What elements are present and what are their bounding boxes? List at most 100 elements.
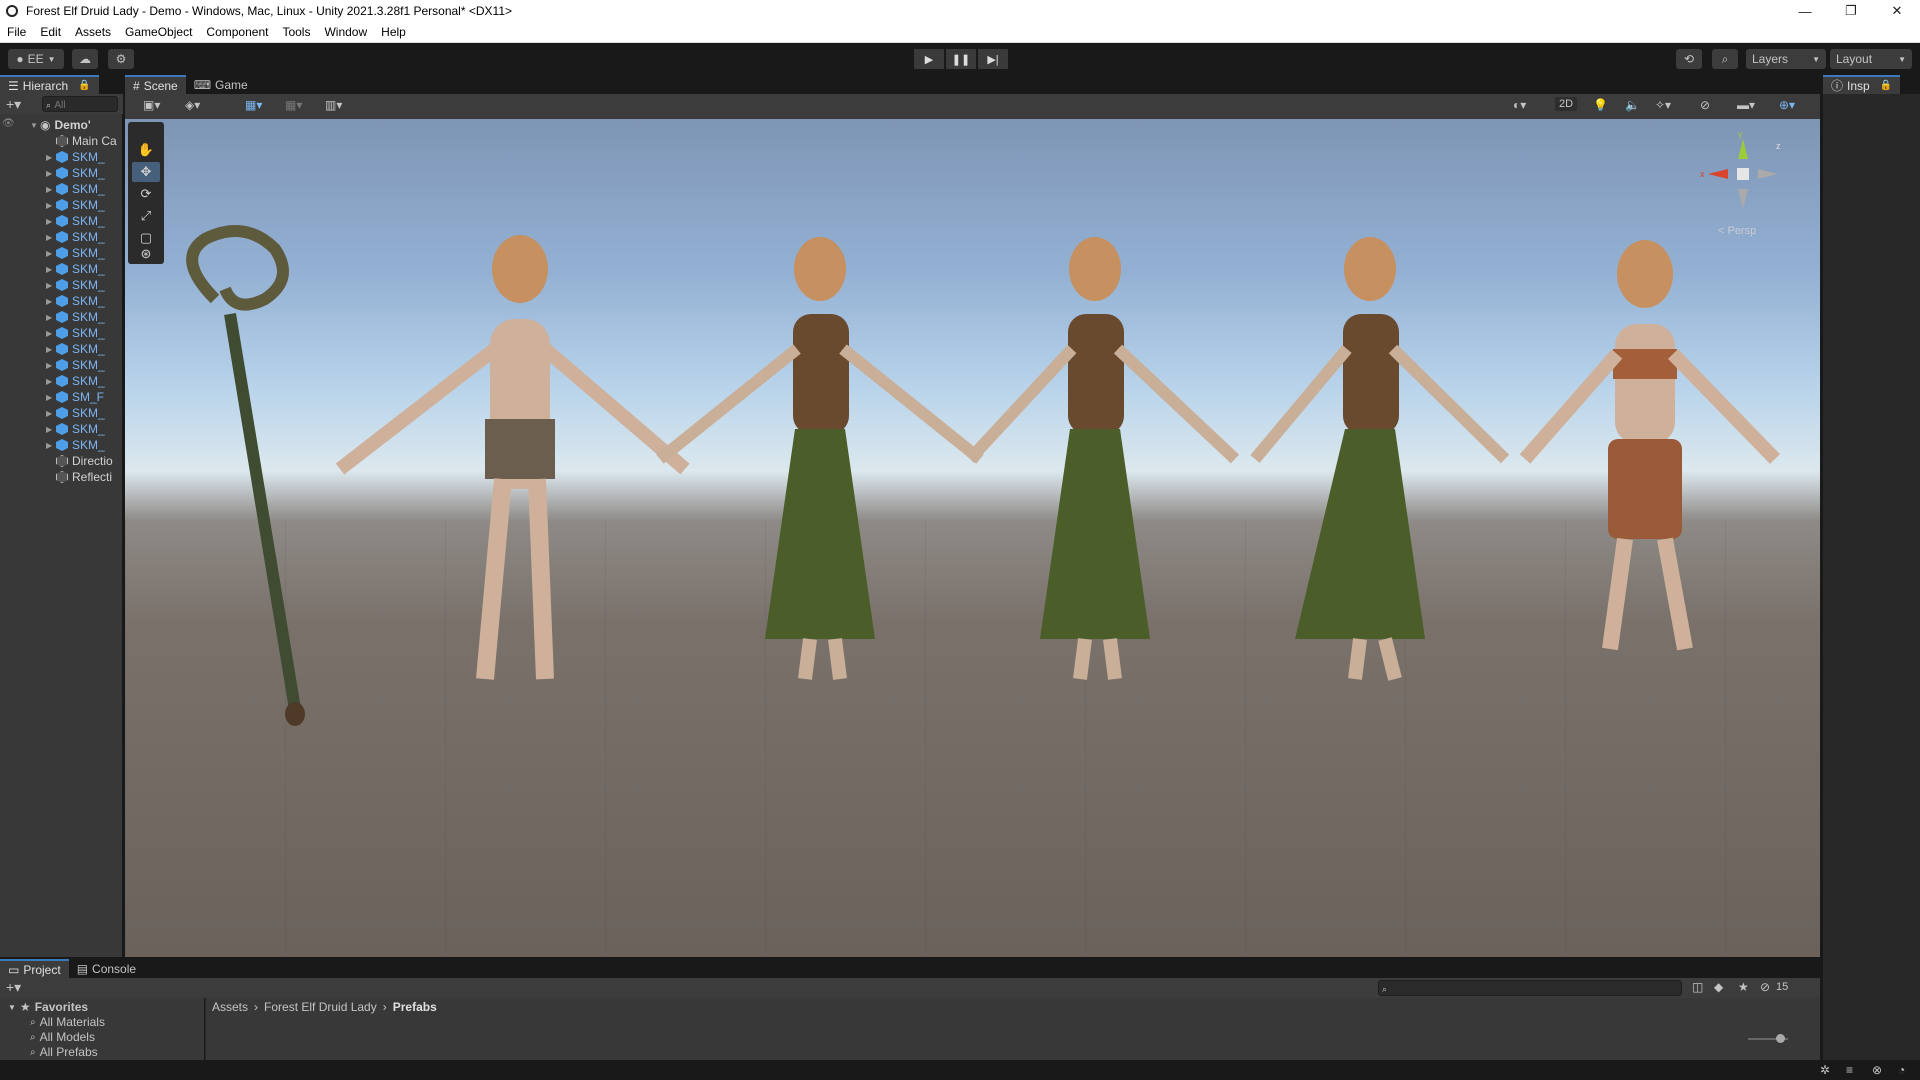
- lighting-toggle-icon[interactable]: 💡: [1593, 98, 1608, 112]
- menu-help[interactable]: Help: [374, 25, 413, 39]
- increment-snap-toggle[interactable]: ▦▾: [285, 98, 302, 112]
- maximize-button[interactable]: ❐: [1828, 0, 1874, 22]
- debug-icon[interactable]: ⊗: [1872, 1063, 1882, 1077]
- expand-arrow-icon[interactable]: ▶: [46, 153, 56, 162]
- tab-console[interactable]: ▤ Console: [69, 959, 144, 978]
- move-tool-icon[interactable]: ✥: [132, 162, 160, 182]
- expand-arrow-icon[interactable]: ▼: [30, 121, 40, 130]
- filter-type-icon[interactable]: ◫: [1692, 980, 1703, 994]
- elf-model-druid-3[interactable]: [1250, 237, 1510, 681]
- menu-file[interactable]: File: [0, 25, 33, 39]
- menu-window[interactable]: Window: [317, 25, 374, 39]
- menu-gameobject[interactable]: GameObject: [118, 25, 199, 39]
- save-search-icon[interactable]: ★: [1738, 980, 1749, 994]
- tab-game[interactable]: ⌨ Game: [186, 75, 256, 94]
- tab-hierarchy[interactable]: ☰ Hierarch 🔒: [0, 75, 99, 94]
- play-controls: ▶ ❚❚ ▶|: [914, 49, 1010, 69]
- audio-toggle-icon[interactable]: 🔈: [1625, 98, 1640, 112]
- hand-tool-icon[interactable]: ✋: [132, 140, 160, 160]
- tab-project[interactable]: ▭ Project: [0, 959, 69, 978]
- expand-arrow-icon[interactable]: ▶: [46, 233, 56, 242]
- tab-inspector[interactable]: ⓘ Insp 🔒: [1823, 75, 1901, 94]
- favorites-header[interactable]: ▼ ★ Favorites: [8, 1000, 88, 1014]
- expand-arrow-icon[interactable]: ▶: [46, 297, 56, 306]
- menu-edit[interactable]: Edit: [33, 25, 68, 39]
- progress-icon[interactable]: ≡: [1846, 1063, 1853, 1077]
- history-button[interactable]: ⟲: [1676, 49, 1702, 69]
- layers-dropdown[interactable]: Layers ▼: [1746, 49, 1826, 69]
- expand-arrow-icon[interactable]: ▶: [46, 425, 56, 434]
- tab-scene[interactable]: # Scene: [125, 75, 186, 94]
- gizmos-dropdown[interactable]: ⊕▾: [1779, 98, 1795, 112]
- account-button[interactable]: ● EE ▼: [8, 49, 64, 69]
- favorite-all-models[interactable]: ⌕ All Models: [30, 1030, 95, 1044]
- expand-arrow-icon[interactable]: ▶: [46, 377, 56, 386]
- project-search-field[interactable]: ⌕: [1378, 980, 1682, 996]
- play-button[interactable]: ▶: [914, 49, 944, 69]
- render-mode-dropdown[interactable]: ◈▾: [185, 98, 200, 112]
- elf-model-druid-2[interactable]: [965, 237, 1240, 680]
- breadcrumb-item[interactable]: Assets: [212, 1000, 248, 1014]
- expand-arrow-icon[interactable]: ▶: [46, 217, 56, 226]
- expand-arrow-icon[interactable]: ▶: [46, 281, 56, 290]
- hidden-packages-icon[interactable]: ⊘: [1760, 980, 1770, 994]
- scene-viewport[interactable]: ✋ ✥ ⟳ ⤢ ▢ ⊛ y x z < Persp: [125, 119, 1820, 957]
- prefab-icon: [56, 391, 68, 403]
- visibility-eye-icon[interactable]: 👁: [2, 118, 15, 129]
- add-object-button[interactable]: +▾: [6, 96, 21, 113]
- expand-arrow-icon[interactable]: ▶: [46, 345, 56, 354]
- rotate-tool-icon[interactable]: ⟳: [132, 184, 160, 204]
- scale-tool-icon[interactable]: ⤢: [132, 206, 160, 226]
- filter-label-icon[interactable]: ◆: [1714, 980, 1723, 994]
- breadcrumb: Assets › Forest Elf Druid Lady › Prefabs: [212, 1000, 437, 1014]
- shading-dropdown[interactable]: ◐▾: [1513, 98, 1526, 112]
- favorite-all-materials[interactable]: ⌕ All Materials: [30, 1015, 105, 1029]
- expand-arrow-icon[interactable]: ▶: [46, 313, 56, 322]
- cloud-button[interactable]: ☁: [72, 49, 98, 69]
- druid-staff[interactable]: [186, 225, 305, 726]
- create-asset-button[interactable]: +▾: [6, 979, 21, 996]
- menu-assets[interactable]: Assets: [68, 25, 118, 39]
- prefab-icon: [56, 439, 68, 451]
- menu-tools[interactable]: Tools: [275, 25, 317, 39]
- projection-label[interactable]: < Persp: [1718, 225, 1756, 237]
- expand-arrow-icon[interactable]: ▶: [46, 409, 56, 418]
- expand-arrow-icon[interactable]: ▶: [46, 169, 56, 178]
- camera-settings-dropdown[interactable]: ▬▾: [1737, 98, 1755, 112]
- orientation-gizmo[interactable]: y x z < Persp: [1698, 129, 1788, 249]
- effects-dropdown[interactable]: ✧▾: [1655, 98, 1671, 112]
- expand-arrow-icon[interactable]: ▶: [46, 201, 56, 210]
- expand-arrow-icon[interactable]: ▶: [46, 361, 56, 370]
- search-button[interactable]: ⌕: [1712, 49, 1738, 69]
- step-button[interactable]: ▶|: [978, 49, 1008, 69]
- close-button[interactable]: ✕: [1874, 0, 1920, 22]
- favorite-all-prefabs[interactable]: ⌕ All Prefabs: [30, 1045, 98, 1059]
- minimize-button[interactable]: —: [1782, 0, 1828, 22]
- menu-component[interactable]: Component: [199, 25, 275, 39]
- breadcrumb-item[interactable]: Forest Elf Druid Lady: [264, 1000, 377, 1014]
- pause-button[interactable]: ❚❚: [946, 49, 976, 69]
- expand-arrow-icon[interactable]: ▶: [46, 393, 56, 402]
- hidden-objects-toggle-icon[interactable]: ⊘: [1700, 98, 1710, 112]
- elf-model-druid-1[interactable]: [656, 237, 984, 680]
- bug-icon[interactable]: ✲: [1820, 1063, 1830, 1077]
- collab-button[interactable]: ⚙: [108, 49, 134, 69]
- scene-tabbar: # Scene ⌨ Game: [125, 75, 1820, 94]
- zoom-slider-thumb[interactable]: [1776, 1034, 1785, 1043]
- layout-dropdown[interactable]: Layout ▼: [1830, 49, 1912, 69]
- elf-model-leather[interactable]: [1519, 240, 1781, 651]
- expand-arrow-icon[interactable]: ▶: [46, 441, 56, 450]
- breadcrumb-item-current[interactable]: Prefabs: [393, 1000, 437, 1014]
- snap-settings-dropdown[interactable]: ▥▾: [325, 98, 342, 112]
- transform-tool-icon[interactable]: ⊛: [132, 244, 160, 264]
- draw-mode-dropdown[interactable]: ▣▾: [143, 98, 160, 112]
- hierarchy-search-field[interactable]: ⌕ All: [42, 96, 118, 112]
- notification-icon[interactable]: ◔: [1898, 1063, 1905, 1077]
- expand-arrow-icon[interactable]: ▶: [46, 185, 56, 194]
- expand-arrow-icon[interactable]: ▶: [46, 329, 56, 338]
- elf-model-base[interactable]: [335, 235, 690, 680]
- expand-arrow-icon[interactable]: ▶: [46, 249, 56, 258]
- grid-snap-toggle[interactable]: ▦▾: [245, 98, 262, 112]
- expand-arrow-icon[interactable]: ▶: [46, 265, 56, 274]
- 2d-toggle[interactable]: 2D: [1555, 97, 1578, 111]
